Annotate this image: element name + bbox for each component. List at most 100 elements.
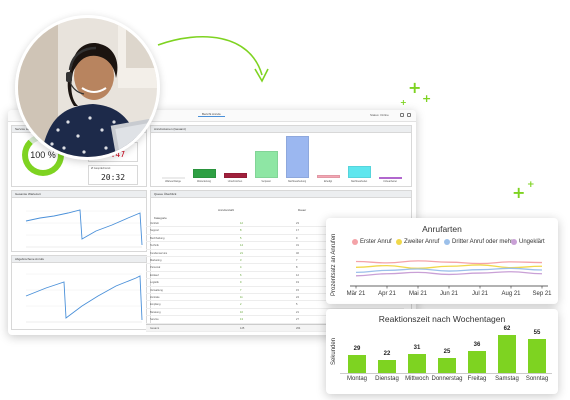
tab-report[interactable]: Bericht Anrufe xyxy=(198,112,225,117)
table-cell-name: Empfang xyxy=(150,303,161,307)
table-header-duration: Dauer xyxy=(298,208,307,212)
aborted-calls-chart-card: Abgebrochene Anrufe xyxy=(11,255,147,330)
table-cell-duration: 9 xyxy=(296,236,298,240)
table-cell-duration: 23 xyxy=(296,222,299,225)
table-cell-count: 2 xyxy=(240,303,242,307)
call-volume-bar xyxy=(286,136,309,178)
table-cell-count: 7 xyxy=(240,288,242,292)
table-cell-duration: 27 xyxy=(296,318,299,322)
call-volume-bar xyxy=(255,150,278,178)
table-header-count: Anrufanzahl xyxy=(218,208,235,212)
table-cell-count: 12 xyxy=(240,222,243,225)
table-cell-count: 10 xyxy=(240,310,243,314)
arrow-decoration xyxy=(157,35,269,83)
call-types-panel: Anrufarten Erster Anruf Zweiter Anruf Dr… xyxy=(326,218,558,304)
search-icon[interactable] xyxy=(400,113,404,117)
table-cell-name: Marketing xyxy=(150,259,162,262)
table-cell-count: 3 xyxy=(240,259,242,262)
response-bar xyxy=(378,359,396,373)
table-cell-duration: 5 xyxy=(296,303,298,307)
table-cell-count: 5 xyxy=(240,236,242,240)
table-cell-name: Buchhaltung xyxy=(150,236,165,240)
call-volume-bar-label: Nachbearbeitung xyxy=(287,180,307,183)
table-cell-duration: 7 xyxy=(296,259,298,262)
table-cell-count: 9 xyxy=(240,281,242,285)
call-volume-bar xyxy=(193,168,216,178)
table-cell-name: Personal xyxy=(150,266,161,270)
response-bar-label: Sonntag xyxy=(525,376,549,382)
table-cell-name: Service xyxy=(150,318,159,322)
response-bar-value: 29 xyxy=(353,346,361,353)
call-volume-bar xyxy=(162,177,185,179)
response-bar xyxy=(438,357,456,373)
table-cell-duration: 31 xyxy=(296,244,299,248)
sparkle-icon: + xyxy=(512,183,526,202)
call-volume-bar-label: Nachbearbeitet xyxy=(350,180,368,183)
table-cell-count: 4 xyxy=(240,266,242,270)
agent-photo xyxy=(15,15,160,160)
marketing-collage: Bericht Anrufe Status: Online Service Le… xyxy=(0,0,570,400)
response-time-panel: Reaktionszeit nach Wochentagen Sekunden … xyxy=(326,309,558,394)
table-cell-name: Logistik xyxy=(150,281,159,285)
call-volume-bar xyxy=(317,175,340,178)
call-volume-bar xyxy=(379,177,402,179)
avg-time-title: Ø Gesprächszeit xyxy=(91,167,111,170)
response-bar-value: 25 xyxy=(443,348,451,355)
response-bar-value: 55 xyxy=(533,330,541,337)
queue-table-title: Queue Überblick xyxy=(151,191,411,198)
waiting-time-chart-card: Gesamte Wartezeit xyxy=(11,190,147,252)
waiting-time-series xyxy=(25,209,143,246)
table-cell-duration: 21 xyxy=(296,310,299,314)
table-cell-count: 8 xyxy=(240,229,242,233)
table-cell-count: 13 xyxy=(240,318,243,322)
table-total-count: 125 xyxy=(240,327,245,330)
table-cell-name: Einkauf xyxy=(150,273,159,277)
settings-icon[interactable] xyxy=(407,113,411,117)
table-cell-name: Technik xyxy=(150,244,159,248)
table-cell-count: 21 xyxy=(240,251,243,255)
call-volume-bar-label: Unbearbeitet xyxy=(383,180,397,183)
table-cell-name: Kundenservice xyxy=(150,251,168,255)
table-cell-duration: 8 xyxy=(296,266,298,270)
table-total-duration: 264 xyxy=(296,327,301,330)
aborted-calls-series xyxy=(25,275,143,321)
table-cell-name: Support xyxy=(150,229,160,233)
bar-baseline xyxy=(340,373,552,374)
call-volume-bar xyxy=(224,172,247,178)
call-volume-bar-label: Warteschlange xyxy=(165,180,181,183)
call-volume-bar-label: Weiterleitung xyxy=(197,180,211,183)
response-bar xyxy=(528,339,546,373)
table-cell-name: Vertrieb xyxy=(150,222,159,225)
response-bar xyxy=(468,350,486,373)
table-cell-count: 14 xyxy=(240,244,243,248)
call-volume-bar-label: Unterbrochen xyxy=(227,180,243,183)
line-series xyxy=(355,271,543,277)
response-bar xyxy=(498,335,516,373)
call-volume-title: Anrufvolumen (Gesamt) xyxy=(151,126,411,133)
table-total-label: Gesamt xyxy=(150,327,160,330)
response-bar-value: 62 xyxy=(503,326,511,332)
aborted-calls-line-chart xyxy=(25,273,143,323)
call-volume-bar xyxy=(348,166,371,178)
table-cell-duration: 12 xyxy=(296,273,299,277)
response-time-title: Reaktionszeit nach Wochentagen xyxy=(378,314,506,324)
avg-time-box: Ø Gesprächszeit 20:32 xyxy=(88,165,138,185)
response-bar-value: 31 xyxy=(413,345,421,351)
sparkle-icon: + xyxy=(422,92,432,105)
table-cell-name: Zentrale xyxy=(150,296,160,299)
line-series xyxy=(355,260,543,265)
table-cell-duration: 17 xyxy=(296,229,299,233)
table-cell-duration: 24 xyxy=(296,296,299,299)
call-volume-bar-label: Verpasst xyxy=(261,180,271,183)
avg-time-value: 20:32 xyxy=(100,173,126,182)
sparkle-icon: + xyxy=(527,180,535,190)
table-cell-name: Beratung xyxy=(150,310,161,314)
response-bar-value: 36 xyxy=(473,341,481,348)
waiting-time-line-chart xyxy=(25,209,143,248)
response-bar xyxy=(348,355,366,373)
user-status: Status: Online xyxy=(370,113,389,117)
table-cell-duration: 19 xyxy=(296,281,299,285)
sparkle-icon: + xyxy=(408,78,422,97)
response-bar xyxy=(408,354,426,373)
response-bar-value: 22 xyxy=(383,350,391,357)
